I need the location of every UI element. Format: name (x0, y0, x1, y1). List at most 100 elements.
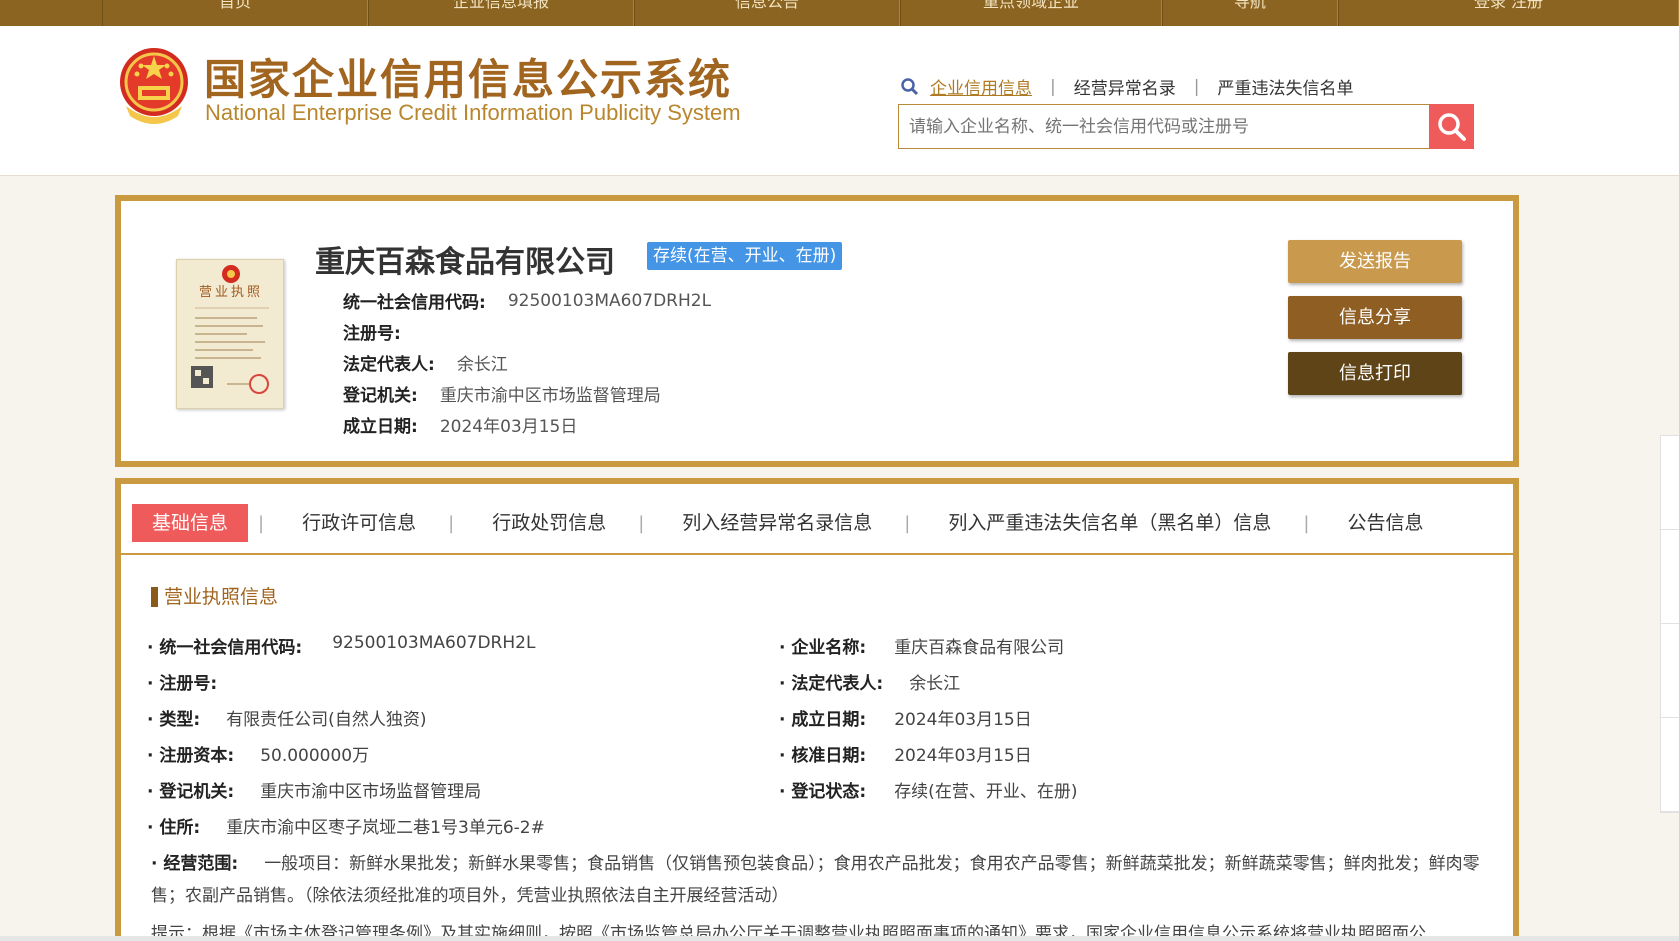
field-label: · 核准日期: (779, 746, 867, 766)
side-tool-slot[interactable] (1661, 436, 1679, 530)
nav-item-label: 登录 注册 (1473, 0, 1544, 11)
nav-item-home[interactable]: 首页 (102, 0, 368, 26)
field-label: · 登记机关: (147, 782, 235, 802)
nav-item-label: 企业信息填报 (452, 0, 549, 11)
field-value: 重庆市渝中区枣子岚垭二巷1号3单元6-2# (226, 818, 545, 838)
field-established: · 成立日期: 2024年03月15日 (779, 705, 1032, 730)
field-type: · 类型: 有限责任公司(自然人独资) (147, 705, 426, 730)
divider: | (1050, 76, 1056, 97)
nav-item-label: 首页 (218, 0, 251, 11)
license-image: 营业执照 (191, 265, 269, 394)
search-button[interactable] (1429, 104, 1474, 149)
nav-item-label: 重点领域企业 (982, 0, 1079, 11)
tab-admin-penalty[interactable]: 行政处罚信息 (454, 504, 638, 542)
tab-blacklist[interactable]: 列入严重违法失信名单（黑名单）信息 (910, 504, 1303, 542)
nav-item-navigation[interactable]: 导航 (1162, 0, 1338, 26)
search-icon (901, 77, 919, 95)
business-scope: · 经营范围: 一般项目：新鲜水果批发；新鲜水果零售；食品销售（仅销售预包装食品）… (151, 848, 1481, 912)
field-value: 一般项目：新鲜水果批发；新鲜水果零售；食品销售（仅销售预包装食品）；食用农产品批… (151, 854, 1480, 906)
field-value: 2024年03月15日 (894, 746, 1032, 766)
field-label: · 注册号: (147, 674, 218, 694)
info-label: 注册号: (343, 324, 401, 344)
field-value: 重庆百森食品有限公司 (894, 638, 1065, 658)
info-row-legal-rep: 法定代表人: 余长江 (343, 347, 711, 378)
search-input[interactable] (899, 105, 1429, 148)
info-tabs: 基础信息 | 行政许可信息 | 行政处罚信息 | 列入经营异常名录信息 | 列入… (132, 504, 1443, 542)
search-type-tabs: 企业信用信息 | 经营异常名录 | 严重违法失信名单 (900, 74, 1353, 99)
site-header: 国家企业信用信息公示系统 National Enterprise Credit … (0, 26, 1679, 176)
field-label: · 经营范围: (151, 854, 239, 874)
company-info-list: 统一社会信用代码: 92500103MA607DRH2L 注册号: 法定代表人:… (343, 285, 711, 440)
side-tool-slot[interactable] (1661, 530, 1679, 624)
field-label: · 登记状态: (779, 782, 867, 802)
nav-item-report[interactable]: 企业信息填报 (368, 0, 634, 26)
field-label: · 注册资本: (147, 746, 235, 766)
field-value: 余长江 (909, 674, 961, 694)
field-reg-number: · 注册号: (147, 669, 217, 694)
company-summary-card: 营业执照 重庆百森食品有限公司 存续(在营、开业、在册) 统一社会信用代码: 9… (115, 195, 1519, 467)
info-value: 92500103MA607DRH2L (507, 290, 712, 311)
field-credit-code: · 统一社会信用代码: 92500103MA607DRH2L (147, 633, 535, 658)
field-legal-rep: · 法定代表人: 余长江 (779, 669, 960, 694)
field-value: 2024年03月15日 (894, 710, 1032, 730)
info-label: 统一社会信用代码: (343, 293, 486, 313)
national-emblem-icon (120, 48, 188, 124)
field-reg-status: · 登记状态: 存续(在营、开业、在册) (779, 777, 1077, 802)
info-label: 登记机关: (343, 386, 418, 406)
side-toolbar[interactable] (1660, 435, 1679, 813)
license-title: 营业执照 (199, 285, 263, 300)
field-label: · 类型: (147, 710, 201, 730)
info-value: 余长江 (456, 355, 508, 375)
horizontal-scrollbar[interactable] (0, 936, 1679, 941)
info-row-credit-code: 统一社会信用代码: 92500103MA607DRH2L (343, 285, 711, 316)
field-value: 重庆市渝中区市场监督管理局 (260, 782, 482, 802)
company-name: 重庆百森食品有限公司 (315, 245, 615, 280)
field-value: 存续(在营、开业、在册) (894, 782, 1078, 802)
share-info-button[interactable]: 信息分享 (1288, 296, 1462, 339)
info-tabs-panel: 基础信息 | 行政许可信息 | 行政处罚信息 | 列入经营异常名录信息 | 列入… (115, 478, 1519, 558)
field-authority: · 登记机关: 重庆市渝中区市场监督管理局 (147, 777, 481, 802)
field-label: · 统一社会信用代码: (147, 638, 303, 658)
info-value: 2024年03月15日 (439, 417, 578, 437)
site-subtitle: National Enterprise Credit Information P… (205, 100, 741, 125)
field-capital: · 注册资本: 50.000000万 (147, 741, 369, 766)
divider: | (1193, 76, 1200, 97)
field-label: · 住所: (147, 818, 201, 838)
info-label: 成立日期: (343, 417, 418, 437)
field-label: · 法定代表人: (779, 674, 884, 694)
nav-item-login[interactable]: 登录 注册 (1338, 0, 1679, 26)
site-title: 国家企业信用信息公示系统 (204, 55, 733, 104)
nav-item-label: 导航 (1233, 0, 1266, 11)
search-tab-abnormal[interactable]: 经营异常名录 (1074, 74, 1176, 99)
search-tab-blacklist[interactable]: 严重违法失信名单 (1217, 74, 1353, 99)
side-tool-slot[interactable] (1661, 718, 1679, 812)
status-badge: 存续(在营、开业、在册) (647, 242, 843, 270)
side-tool-slot[interactable] (1661, 624, 1679, 718)
send-report-button[interactable]: 发送报告 (1288, 240, 1462, 283)
info-row-established: 成立日期: 2024年03月15日 (343, 409, 711, 440)
field-value: 50.000000万 (260, 746, 370, 766)
field-value: 有限责任公司(自然人独资) (226, 710, 427, 730)
field-value: 92500103MA607DRH2L (332, 633, 536, 653)
field-label: · 成立日期: (779, 710, 867, 730)
search-icon (1437, 112, 1466, 141)
info-row-reg-number: 注册号: (343, 316, 711, 347)
field-company-name: · 企业名称: 重庆百森食品有限公司 (779, 633, 1064, 658)
field-address: · 住所: 重庆市渝中区枣子岚垭二巷1号3单元6-2# (147, 813, 545, 838)
info-label: 法定代表人: (343, 355, 435, 375)
search-tab-credit[interactable]: 企业信用信息 (930, 74, 1032, 99)
tab-announcements[interactable]: 公告信息 (1309, 504, 1443, 542)
tab-basic-info[interactable]: 基础信息 (132, 504, 249, 542)
field-label: · 企业名称: (779, 638, 867, 658)
nav-item-key-enterprise[interactable]: 重点领域企业 (900, 0, 1162, 26)
business-license-thumbnail[interactable]: 营业执照 (176, 259, 284, 409)
info-row-authority: 登记机关: 重庆市渝中区市场监督管理局 (343, 378, 711, 409)
tab-abnormal-list[interactable]: 列入经营异常名录信息 (644, 504, 904, 542)
search-box (898, 104, 1474, 149)
business-license-detail: 营业执照信息 · 统一社会信用代码: 92500103MA607DRH2L · … (115, 555, 1519, 941)
info-value: 重庆市渝中区市场监督管理局 (439, 386, 661, 406)
tab-admin-license[interactable]: 行政许可信息 (264, 504, 448, 542)
nav-item-announcement[interactable]: 信息公告 (634, 0, 900, 26)
print-info-button[interactable]: 信息打印 (1288, 352, 1462, 395)
field-approved: · 核准日期: 2024年03月15日 (779, 741, 1032, 766)
